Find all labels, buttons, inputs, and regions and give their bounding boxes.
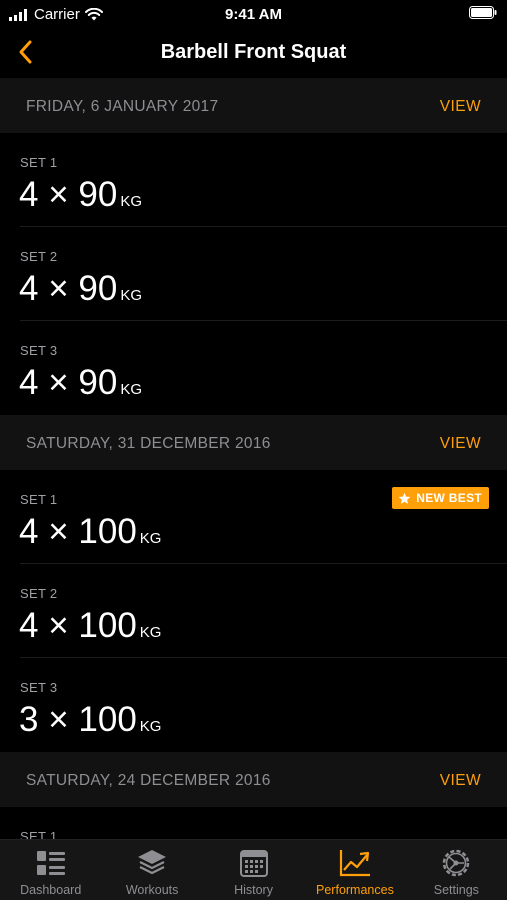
session-date: SATURDAY, 31 DECEMBER 2016 — [26, 435, 271, 452]
status-bar: Carrier 9:41 AM — [0, 0, 507, 28]
set-reps: 4 — [19, 512, 39, 551]
set-label: SET 2 — [20, 249, 58, 264]
session-header: FRIDAY, 6 JANUARY 2017 VIEW — [0, 78, 507, 133]
set-reps: 3 — [19, 700, 39, 739]
tab-label: Performances — [316, 883, 394, 897]
set-weight: 90 — [78, 363, 118, 402]
set-row: SET 1 — [0, 807, 507, 840]
tab-workouts[interactable]: Workouts — [101, 840, 202, 900]
weight-unit: KG — [120, 381, 143, 398]
battery-icon — [469, 6, 497, 23]
set-row: SET 2 4 × 90 KG — [0, 227, 507, 321]
performance-history-list[interactable]: FRIDAY, 6 JANUARY 2017 VIEW SET 1 4 × 90… — [0, 78, 507, 840]
times-sign: × — [48, 606, 69, 645]
stacked-layers-icon — [136, 847, 168, 879]
set-weight: 90 — [78, 175, 118, 214]
calendar-icon — [239, 847, 269, 879]
set-label: SET 2 — [20, 586, 58, 601]
set-value: 4 × 90 KG — [19, 175, 142, 215]
tab-settings[interactable]: Settings — [406, 840, 507, 900]
trend-chart-icon — [338, 847, 372, 879]
set-value: 4 × 100 KG — [19, 606, 161, 646]
set-row: SET 3 4 × 90 KG — [0, 321, 507, 415]
set-weight: 100 — [78, 606, 137, 645]
tab-bar: Dashboard Workouts History Performances … — [0, 839, 507, 900]
tab-history[interactable]: History — [203, 840, 304, 900]
weight-unit: KG — [120, 193, 143, 210]
set-reps: 4 — [19, 606, 39, 645]
tab-label: Workouts — [125, 883, 179, 897]
set-value: 4 × 90 KG — [19, 363, 142, 403]
tab-label: History — [234, 883, 273, 897]
weight-unit: KG — [139, 718, 162, 735]
tab-label: Dashboard — [20, 883, 82, 897]
view-workout-button[interactable]: VIEW — [440, 98, 481, 116]
weight-unit: KG — [120, 287, 143, 304]
set-value: 4 × 90 KG — [19, 269, 142, 309]
set-reps: 4 — [19, 269, 39, 308]
view-workout-button[interactable]: VIEW — [440, 772, 481, 790]
set-weight: 100 — [78, 512, 137, 551]
weight-unit: KG — [139, 530, 162, 547]
session-date: SATURDAY, 24 DECEMBER 2016 — [26, 772, 271, 789]
navigation-bar: Barbell Front Squat — [0, 28, 507, 78]
times-sign: × — [48, 363, 69, 402]
set-row: SET 1 4 × 90 KG — [0, 133, 507, 227]
set-row: SET 3 3 × 100 KG — [0, 658, 507, 752]
status-time: 9:41 AM — [225, 6, 282, 23]
set-label: SET 1 — [20, 155, 58, 170]
page-title: Barbell Front Squat — [160, 41, 347, 63]
set-weight: 100 — [78, 700, 137, 739]
tab-label: Settings — [433, 883, 479, 897]
set-row: SET 2 4 × 100 KG — [0, 564, 507, 658]
set-label: SET 1 — [20, 492, 58, 507]
times-sign: × — [48, 700, 69, 739]
times-sign: × — [48, 175, 69, 214]
badge-label: NEW BEST — [416, 491, 482, 505]
session-date: FRIDAY, 6 JANUARY 2017 — [26, 98, 219, 115]
set-value: 4 × 100 KG — [19, 512, 161, 552]
set-label: SET 3 — [20, 680, 58, 695]
tab-dashboard[interactable]: Dashboard — [0, 840, 101, 900]
set-weight: 90 — [78, 269, 118, 308]
set-reps: 4 — [19, 363, 39, 402]
tab-performances[interactable]: Performances — [304, 840, 405, 900]
set-value: 3 × 100 KG — [19, 700, 161, 740]
session-header: SATURDAY, 24 DECEMBER 2016 VIEW — [0, 752, 507, 807]
set-reps: 4 — [19, 175, 39, 214]
weight-unit: KG — [139, 624, 162, 641]
set-row: SET 1 NEW BEST 4 × 100 KG — [0, 470, 507, 564]
new-best-badge: NEW BEST — [392, 487, 489, 509]
gear-icon — [440, 847, 472, 879]
set-label: SET 3 — [20, 343, 58, 358]
session-header: SATURDAY, 31 DECEMBER 2016 VIEW — [0, 415, 507, 470]
dashboard-list-icon — [35, 847, 67, 879]
times-sign: × — [48, 269, 69, 308]
view-workout-button[interactable]: VIEW — [440, 435, 481, 453]
star-icon — [398, 492, 411, 504]
times-sign: × — [48, 512, 69, 551]
